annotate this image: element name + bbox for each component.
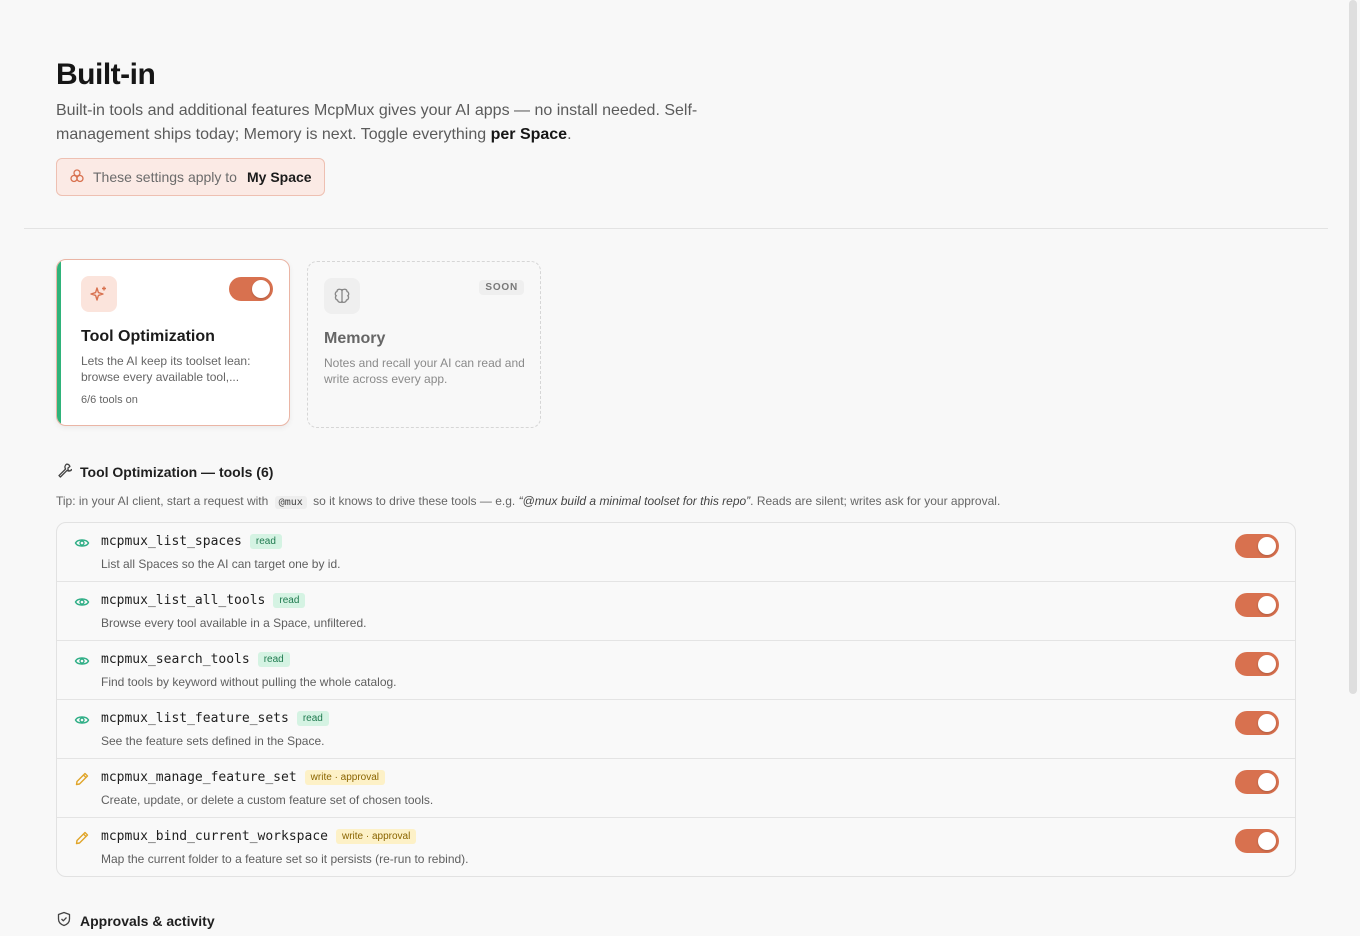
active-indicator	[57, 260, 61, 425]
tool-toggle[interactable]	[1235, 534, 1279, 558]
page-title: Built-in	[56, 58, 156, 91]
tool-name: mcpmux_search_tools read	[101, 652, 290, 667]
tool-toggle[interactable]	[1235, 770, 1279, 794]
header-divider	[24, 228, 1328, 229]
tip-text-mid: so it knows to drive these tools — e.g.	[313, 494, 516, 508]
page-scrollbar[interactable]	[1349, 0, 1357, 694]
tool-row: mcpmux_bind_current_workspace write · app…	[57, 818, 1295, 876]
toggle-knob	[252, 280, 270, 298]
toggle-knob	[1258, 655, 1276, 673]
feature-title: Memory	[324, 330, 386, 347]
access-badge: read	[273, 593, 306, 608]
usage-tip: Tip: in your AI client, start a request …	[56, 494, 1001, 509]
eye-icon	[74, 594, 90, 610]
toggle-knob	[1258, 832, 1276, 850]
tool-row: mcpmux_list_all_tools read Browse every t…	[57, 582, 1295, 641]
subtitle-text: Built-in tools and additional features M…	[56, 102, 698, 143]
toggle-knob	[1258, 596, 1276, 614]
tool-description: Create, update, or delete a custom featu…	[101, 793, 434, 807]
page-subtitle: Built-in tools and additional features M…	[56, 99, 716, 147]
tool-description: See the feature sets defined in the Spac…	[101, 734, 325, 748]
access-badge: read	[257, 652, 290, 667]
pencil-icon	[74, 771, 90, 787]
wrench-icon	[56, 462, 73, 481]
subtitle-emphasis: per Space	[490, 126, 568, 143]
tip-text-end: . Reads are silent; writes ask for your …	[750, 494, 1001, 508]
feature-description: Lets the AI keep its toolset lean: brows…	[81, 354, 251, 384]
approvals-section-title: Approvals & activity	[80, 912, 215, 929]
tool-name: mcpmux_bind_current_workspace write · app…	[101, 829, 417, 844]
tools-section-title: Tool Optimization — tools (6)	[80, 463, 274, 480]
tool-name: mcpmux_list_all_tools read	[101, 593, 306, 608]
feature-card-tool-optimization[interactable]: Tool Optimization Lets the AI keep its t…	[56, 259, 290, 426]
feature-card-memory: SOON Memory Notes and recall your AI can…	[307, 261, 541, 428]
tool-description: List all Spaces so the AI can target one…	[101, 557, 341, 571]
tool-name-text: mcpmux_search_tools	[101, 652, 250, 667]
tool-row: mcpmux_list_spaces read List all Spaces s…	[57, 523, 1295, 582]
tool-name-text: mcpmux_list_feature_sets	[101, 711, 289, 726]
tool-toggle[interactable]	[1235, 829, 1279, 853]
tool-name-text: mcpmux_list_all_tools	[101, 593, 266, 608]
tool-name: mcpmux_list_spaces read	[101, 534, 282, 549]
access-badge: read	[249, 534, 282, 549]
tool-toggle[interactable]	[1235, 652, 1279, 676]
tool-toggle[interactable]	[1235, 711, 1279, 735]
feature-description: Notes and recall your AI can read and wr…	[324, 356, 525, 386]
shield-check-icon	[56, 911, 72, 930]
eye-icon	[74, 712, 90, 728]
space-scope-banner: These settings apply to My Space	[56, 158, 325, 196]
tool-name-text: mcpmux_list_spaces	[101, 534, 242, 549]
eye-icon	[74, 535, 90, 551]
tip-text: Tip: in your AI client, start a request …	[56, 494, 269, 508]
access-badge: write · approval	[304, 770, 386, 785]
toggle-knob	[1258, 714, 1276, 732]
tool-name: mcpmux_manage_feature_set write · approva…	[101, 770, 386, 785]
sparkles-icon	[81, 276, 117, 312]
tool-row: mcpmux_search_tools read Find tools by ke…	[57, 641, 1295, 700]
soon-badge: SOON	[479, 280, 524, 295]
eye-icon	[74, 653, 90, 669]
toggle-knob	[1258, 773, 1276, 791]
subtitle-end: .	[567, 126, 572, 143]
access-badge: read	[296, 711, 329, 726]
tip-example: “@mux build a minimal toolset for this r…	[518, 494, 751, 508]
tool-row: mcpmux_manage_feature_set write · approva…	[57, 759, 1295, 818]
feature-tool-count: 6/6 tools on	[81, 394, 138, 406]
tools-section-heading: Tool Optimization — tools (6)	[56, 462, 273, 481]
tip-mention-code: @mux	[274, 496, 307, 509]
tool-optimization-toggle[interactable]	[229, 277, 273, 301]
feature-title: Tool Optimization	[81, 328, 215, 345]
approvals-section-heading: Approvals & activity	[56, 911, 215, 930]
tool-description: Find tools by keyword without pulling th…	[101, 675, 397, 689]
toggle-knob	[1258, 537, 1276, 555]
access-badge: write · approval	[335, 829, 417, 844]
tools-list: mcpmux_list_spaces read List all Spaces s…	[56, 522, 1296, 877]
scope-space-name: My Space	[246, 169, 312, 185]
pencil-icon	[74, 830, 90, 846]
tool-description: Browse every tool available in a Space, …	[101, 616, 367, 630]
tool-toggle[interactable]	[1235, 593, 1279, 617]
tool-name-text: mcpmux_manage_feature_set	[101, 770, 297, 785]
scope-prefix: These settings apply to	[93, 169, 237, 185]
tool-description: Map the current folder to a feature set …	[101, 852, 469, 866]
tool-name: mcpmux_list_feature_sets read	[101, 711, 329, 726]
spaces-icon	[69, 168, 85, 187]
tool-name-text: mcpmux_bind_current_workspace	[101, 829, 328, 844]
brain-icon	[324, 278, 360, 314]
tool-row: mcpmux_list_feature_sets read See the fea…	[57, 700, 1295, 759]
